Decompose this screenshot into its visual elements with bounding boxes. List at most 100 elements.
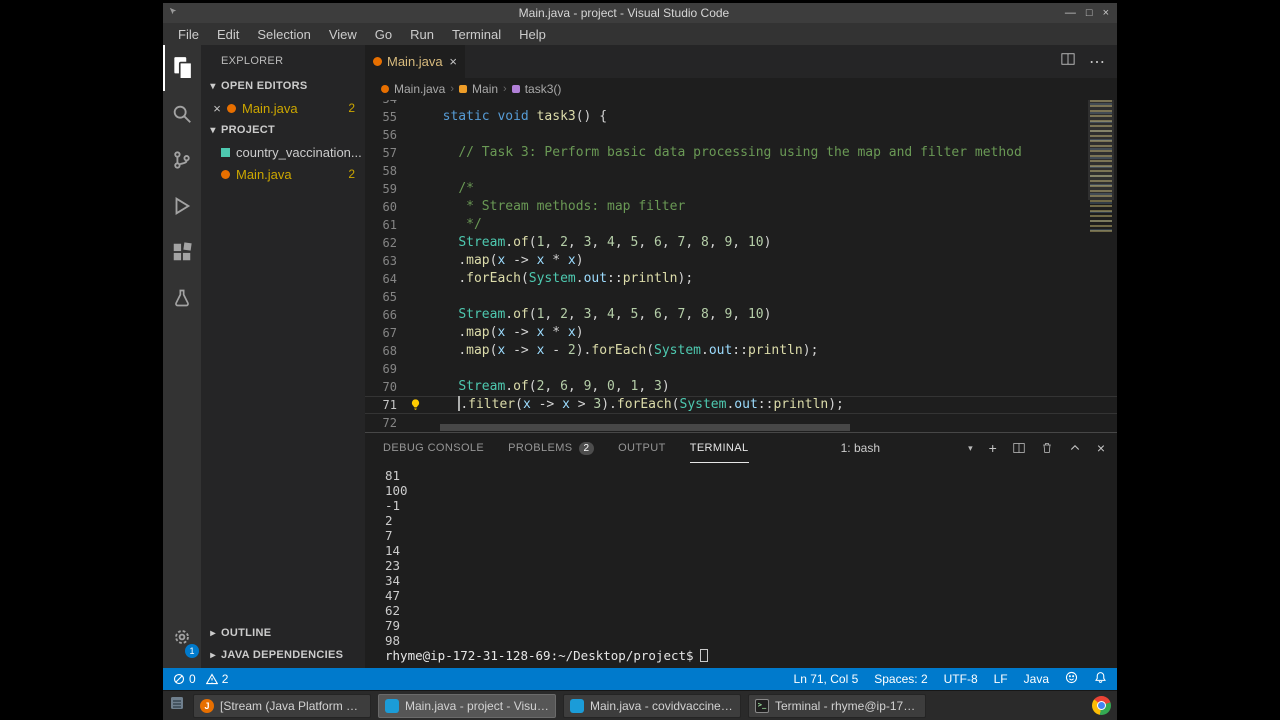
feedback-smiley-icon[interactable]: [1065, 671, 1078, 687]
code-line-60[interactable]: 60 * Stream methods: map filter: [365, 198, 1117, 216]
line-number[interactable]: 65: [365, 290, 409, 304]
line-number[interactable]: 55: [365, 110, 409, 124]
line-number[interactable]: 59: [365, 182, 409, 196]
code-line-57[interactable]: 57 // Task 3: Perform basic data process…: [365, 144, 1117, 162]
breadcrumb-class[interactable]: Main: [472, 82, 498, 96]
menu-go[interactable]: Go: [366, 27, 401, 42]
minimize-button[interactable]: —: [1065, 7, 1076, 19]
terminal-output[interactable]: 81 100 -1 2 7 14 23 34 47 62 79 98 rhyme@ip-172-31-1…: [365, 463, 1117, 668]
close-button[interactable]: ×: [1103, 7, 1109, 19]
tab-main-java[interactable]: Main.java ×: [365, 45, 465, 78]
menu-help[interactable]: Help: [510, 27, 555, 42]
terminal-line: 2: [385, 513, 393, 528]
more-actions-icon[interactable]: ⋯: [1089, 52, 1105, 72]
code-line-67[interactable]: 67 .map(x -> x * x): [365, 324, 1117, 342]
line-number[interactable]: 58: [365, 164, 409, 178]
close-icon[interactable]: ×: [449, 54, 457, 69]
menu-edit[interactable]: Edit: [208, 27, 248, 42]
line-number[interactable]: 56: [365, 128, 409, 142]
line-number[interactable]: 54: [365, 100, 409, 106]
line-number[interactable]: 62: [365, 236, 409, 250]
code-line-62[interactable]: 62 Stream.of(1, 2, 3, 4, 5, 6, 7, 8, 9, …: [365, 234, 1117, 252]
code-line-56[interactable]: 56: [365, 126, 1117, 144]
code-line-63[interactable]: 63 .map(x -> x * x): [365, 252, 1117, 270]
file-manager-icon[interactable]: [169, 695, 185, 716]
menu-run[interactable]: Run: [401, 27, 443, 42]
eol-sequence[interactable]: LF: [994, 672, 1008, 686]
search-icon[interactable]: [163, 91, 201, 137]
minimap[interactable]: [1088, 100, 1114, 432]
line-number[interactable]: 72: [365, 416, 409, 430]
line-number[interactable]: 70: [365, 380, 409, 394]
menu-selection[interactable]: Selection: [248, 27, 319, 42]
kill-terminal-icon[interactable]: [1041, 442, 1053, 454]
code-editor[interactable]: 54 55 static void task3() { 56 57 // Task 3…: [365, 100, 1117, 432]
indentation[interactable]: Spaces: 2: [874, 672, 927, 686]
panel-tab-debug-console[interactable]: DEBUG CONSOLE: [383, 433, 484, 463]
taskbar-window-button[interactable]: Main.java - project - Visual St...: [378, 693, 556, 718]
code-line-69[interactable]: 69: [365, 360, 1117, 378]
extensions-icon[interactable]: [163, 229, 201, 275]
cursor-position[interactable]: Ln 71, Col 5: [794, 672, 859, 686]
breadcrumb-file[interactable]: Main.java: [394, 82, 445, 96]
open-editor-item-main-java[interactable]: × Main.java 2: [201, 97, 365, 119]
menu-terminal[interactable]: Terminal: [443, 27, 510, 42]
chrome-icon[interactable]: [1092, 696, 1111, 715]
menu-file[interactable]: File: [169, 27, 208, 42]
horizontal-scrollbar[interactable]: [440, 424, 850, 431]
project-header[interactable]: ▾ PROJECT: [201, 119, 365, 141]
line-number[interactable]: 67: [365, 326, 409, 340]
code-line-55[interactable]: 55 static void task3() {: [365, 108, 1117, 126]
maximize-button[interactable]: □: [1086, 7, 1093, 19]
code-line-64[interactable]: 64 .forEach(System.out::println);: [365, 270, 1117, 288]
code-line-71[interactable]: 71 .filter(x -> x > 3).forEach(System.ou…: [365, 396, 1117, 414]
code-line-68[interactable]: 68 .map(x -> x - 2).forEach(System.out::…: [365, 342, 1117, 360]
line-number[interactable]: 71: [365, 398, 409, 412]
file-item-main-java[interactable]: Main.java 2: [201, 163, 365, 185]
explorer-icon[interactable]: [163, 45, 201, 91]
taskbar-window-button[interactable]: Main.java - covidvaccines - Vi...: [563, 693, 741, 718]
source-control-icon[interactable]: [163, 137, 201, 183]
code-line-66[interactable]: 66 Stream.of(1, 2, 3, 4, 5, 6, 7, 8, 9, …: [365, 306, 1117, 324]
close-panel-icon[interactable]: ×: [1097, 441, 1105, 455]
notifications-bell-icon[interactable]: [1094, 671, 1107, 687]
language-mode[interactable]: Java: [1024, 672, 1049, 686]
code-line-61[interactable]: 61 */: [365, 216, 1117, 234]
panel-tab-output[interactable]: OUTPUT: [618, 433, 666, 463]
problems-status[interactable]: 0 2: [173, 672, 228, 686]
panel-tab-problems[interactable]: PROBLEMS 2: [508, 433, 595, 463]
taskbar-window-button[interactable]: >_ Terminal - rhyme@ip-172-31...: [748, 693, 926, 718]
line-number[interactable]: 61: [365, 218, 409, 232]
encoding[interactable]: UTF-8: [944, 672, 978, 686]
line-number[interactable]: 57: [365, 146, 409, 160]
terminal-shell-select[interactable]: 1: bash ▾: [841, 441, 973, 455]
test-flask-icon[interactable]: [163, 275, 201, 321]
code-line-70[interactable]: 70 Stream.of(2, 6, 9, 0, 1, 3): [365, 378, 1117, 396]
run-debug-icon[interactable]: [163, 183, 201, 229]
code-line-65[interactable]: 65: [365, 288, 1117, 306]
glyph-margin: [409, 234, 427, 252]
line-number[interactable]: 69: [365, 362, 409, 376]
close-icon[interactable]: ×: [209, 101, 225, 116]
code-line-58[interactable]: 58: [365, 162, 1117, 180]
code-line-59[interactable]: 59 /*: [365, 180, 1117, 198]
panel-tab-terminal[interactable]: TERMINAL: [690, 433, 749, 463]
open-editors-header[interactable]: ▾ OPEN EDITORS: [201, 75, 365, 97]
maximize-panel-icon[interactable]: [1069, 442, 1081, 454]
split-terminal-icon[interactable]: [1013, 442, 1025, 454]
menu-view[interactable]: View: [320, 27, 366, 42]
java-dependencies-header[interactable]: ▸ JAVA DEPENDENCIES: [201, 644, 365, 666]
outline-header[interactable]: ▸ OUTLINE: [201, 622, 365, 644]
code-line-54[interactable]: 54: [365, 100, 1117, 108]
breadcrumb-method[interactable]: task3(): [525, 82, 562, 96]
file-item-country-vaccination[interactable]: country_vaccination...: [201, 141, 365, 163]
line-number[interactable]: 68: [365, 344, 409, 358]
line-number[interactable]: 64: [365, 272, 409, 286]
line-number[interactable]: 63: [365, 254, 409, 268]
split-editor-icon[interactable]: [1061, 52, 1075, 71]
line-number[interactable]: 66: [365, 308, 409, 322]
settings-gear-icon[interactable]: 1: [163, 614, 201, 660]
new-terminal-icon[interactable]: +: [989, 441, 997, 455]
taskbar-window-button[interactable]: J [Stream (Java Platform SE 8 )...: [193, 693, 371, 718]
line-number[interactable]: 60: [365, 200, 409, 214]
